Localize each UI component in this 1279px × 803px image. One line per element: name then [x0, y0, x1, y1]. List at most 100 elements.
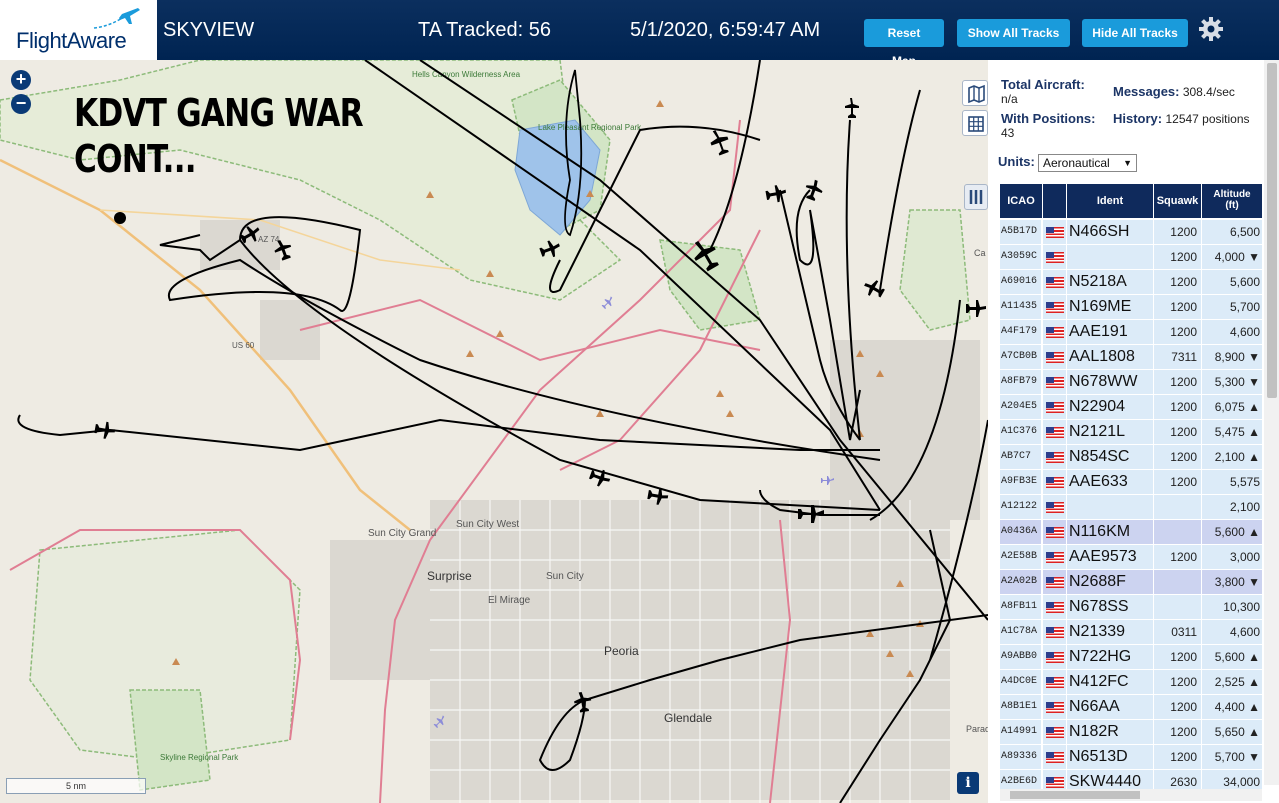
col-icao[interactable]: ICAO — [1000, 184, 1043, 218]
zoom-out-button[interactable]: − — [11, 94, 31, 114]
cell-flag — [1043, 695, 1067, 719]
us-flag-icon — [1046, 377, 1064, 388]
total-aircraft-value: n/a — [1001, 92, 1018, 106]
table-row[interactable]: A8B1E1 N66AA 1200 4,400 ▲ — [1000, 695, 1263, 719]
cell-flag — [1043, 245, 1067, 269]
chevron-down-icon: ▼ — [1123, 158, 1132, 168]
map-layers-button[interactable] — [962, 80, 988, 106]
cell-ident: N5218A — [1067, 270, 1154, 294]
table-row[interactable]: A4DC0E N412FC 1200 2,525 ▲ — [1000, 670, 1263, 694]
col-altitude[interactable]: Altitude (ft) — [1202, 184, 1263, 218]
table-row[interactable]: A0436A N116KM 5,600 ▲ — [1000, 520, 1263, 544]
cell-squawk: 1200 — [1154, 545, 1202, 569]
app-title: SKYVIEW — [163, 19, 255, 41]
cell-altitude: 4,600 — [1202, 620, 1263, 644]
us-flag-icon — [1046, 677, 1064, 688]
table-row[interactable]: A14991 N182R 1200 5,650 ▲ — [1000, 720, 1263, 744]
cell-squawk: 1200 — [1154, 220, 1202, 244]
toggle-sidebar-button[interactable] — [964, 184, 988, 210]
us-flag-icon — [1046, 702, 1064, 713]
flightaware-logo[interactable]: FlightAware — [0, 0, 157, 60]
cell-ident: AAE191 — [1067, 320, 1154, 344]
cell-icao: A2A02B — [1000, 570, 1042, 594]
reset-map-button[interactable]: Reset Map — [864, 19, 944, 68]
table-row[interactable]: A12122 2,100 — [1000, 495, 1263, 519]
cell-icao: A9ABB0 — [1000, 645, 1042, 669]
gear-icon[interactable] — [1198, 16, 1224, 42]
us-flag-icon — [1046, 277, 1064, 288]
cell-flag — [1043, 595, 1067, 619]
cell-icao: A9FB3E — [1000, 470, 1042, 494]
table-row[interactable]: A204E5 N22904 1200 6,075 ▲ — [1000, 395, 1263, 419]
total-aircraft-label: Total Aircraft: — [1001, 77, 1085, 92]
table-row[interactable]: A9ABB0 N722HG 1200 5,600 ▲ — [1000, 645, 1263, 669]
sidebar-scrollbar-thumb[interactable] — [1267, 63, 1277, 398]
table-row[interactable]: A8FB11 N678SS 10,300 — [1000, 595, 1263, 619]
map-label-peoria: Peoria — [604, 644, 639, 658]
table-row[interactable]: A89336 N6513D 1200 5,700 ▼ — [1000, 745, 1263, 769]
cell-icao: A8FB11 — [1000, 595, 1042, 619]
table-row[interactable]: A5B17D N466SH 1200 6,500 — [1000, 220, 1263, 244]
info-button[interactable]: i — [957, 772, 979, 794]
table-row[interactable]: A4F179 AAE191 1200 4,600 — [1000, 320, 1263, 344]
map-label-elmirage: El Mirage — [488, 595, 531, 606]
cell-squawk — [1154, 595, 1202, 619]
cell-altitude: 5,600 ▲ — [1202, 645, 1263, 669]
cell-ident: N116KM — [1067, 520, 1154, 544]
hide-all-tracks-button[interactable]: Hide All Tracks — [1082, 19, 1188, 47]
cell-icao: A4DC0E — [1000, 670, 1042, 694]
us-flag-icon — [1046, 252, 1064, 263]
cell-ident: N2121L — [1067, 420, 1154, 444]
messages-label: Messages: — [1113, 84, 1180, 99]
table-row[interactable]: A8FB79 N678WW 1200 5,300 ▼ — [1000, 370, 1263, 394]
map-label-suncity: Sun City — [546, 571, 584, 582]
zoom-in-button[interactable]: + — [11, 70, 31, 90]
table-row[interactable]: A3059C 1200 4,000 ▼ — [1000, 245, 1263, 269]
cell-flag — [1043, 520, 1067, 544]
table-row[interactable]: A1C376 N2121L 1200 5,475 ▲ — [1000, 420, 1263, 444]
table-row[interactable]: A2A02B N2688F 3,800 ▼ — [1000, 570, 1263, 594]
us-flag-icon — [1046, 777, 1064, 788]
us-flag-icon — [1046, 627, 1064, 638]
us-flag-icon — [1046, 327, 1064, 338]
col-ident[interactable]: Ident — [1067, 184, 1154, 218]
cell-squawk: 1200 — [1154, 695, 1202, 719]
us-flag-icon — [1046, 302, 1064, 313]
cell-icao: A5B17D — [1000, 220, 1042, 244]
cell-squawk: 1200 — [1154, 395, 1202, 419]
cell-icao: A8B1E1 — [1000, 695, 1042, 719]
table-hscrollbar-thumb[interactable] — [1010, 791, 1140, 799]
cell-squawk: 1200 — [1154, 295, 1202, 319]
table-row[interactable]: A69016 N5218A 1200 5,600 — [1000, 270, 1263, 294]
scale-bar: 5 nm — [6, 778, 146, 794]
cell-ident: N22904 — [1067, 395, 1154, 419]
show-all-tracks-button[interactable]: Show All Tracks — [957, 19, 1070, 47]
cell-squawk — [1154, 520, 1202, 544]
table-row[interactable]: A2E58B AAE9573 1200 3,000 — [1000, 545, 1263, 569]
cell-ident: AAE633 — [1067, 470, 1154, 494]
cell-altitude: 5,600 ▲ — [1202, 520, 1263, 544]
cell-icao: A7CB0B — [1000, 345, 1042, 369]
us-flag-icon — [1046, 477, 1064, 488]
map-label-cave: Ca — [974, 248, 986, 258]
table-row[interactable]: A11435 N169ME 1200 5,700 — [1000, 295, 1263, 319]
cell-ident: N678WW — [1067, 370, 1154, 394]
table-row[interactable]: A7CB0B AAL1808 7311 8,900 ▼ — [1000, 345, 1263, 369]
cell-altitude: 5,575 — [1202, 470, 1263, 494]
range-rings-button[interactable] — [962, 110, 988, 136]
map-view[interactable]: Hells Canyon Wilderness Area Lake Pleasa… — [0, 60, 988, 803]
cell-altitude: 6,500 — [1202, 220, 1263, 244]
cell-altitude: 5,600 — [1202, 270, 1263, 294]
map-label-lake: Lake Pleasant Regional Park — [538, 123, 642, 132]
table-row[interactable]: A1C78A N21339 0311 4,600 — [1000, 620, 1263, 644]
table-row[interactable]: AB7C7 N854SC 1200 2,100 ▲ — [1000, 445, 1263, 469]
messages: Messages: 308.4/sec — [1113, 84, 1235, 99]
col-squawk[interactable]: Squawk — [1154, 184, 1202, 218]
units-select[interactable]: Aeronautical ▼ — [1038, 154, 1137, 172]
table-row[interactable]: A9FB3E AAE633 1200 5,575 — [1000, 470, 1263, 494]
cell-squawk: 1200 — [1154, 720, 1202, 744]
history-value: 12547 positions — [1165, 112, 1250, 126]
cell-flag — [1043, 570, 1067, 594]
cell-altitude: 5,700 ▼ — [1202, 745, 1263, 769]
cell-altitude: 3,800 ▼ — [1202, 570, 1263, 594]
